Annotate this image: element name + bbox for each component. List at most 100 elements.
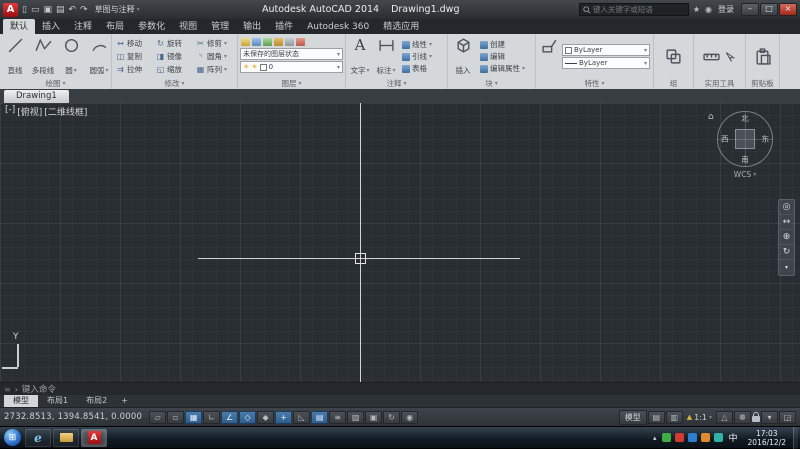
- open-icon[interactable]: ▭: [30, 3, 41, 17]
- quick-view-layouts-icon[interactable]: ▤: [648, 411, 665, 424]
- hidden-icons-button[interactable]: ▴: [651, 434, 659, 442]
- command-line[interactable]: ≡ › 键入命令: [0, 382, 800, 395]
- 3d-object-snap-toggle[interactable]: ◆: [257, 411, 274, 424]
- undo-icon[interactable]: ↶: [68, 3, 78, 17]
- polar-tracking-toggle[interactable]: ∠: [221, 411, 238, 424]
- tab-home[interactable]: 默认: [3, 19, 35, 34]
- dynamic-input-toggle[interactable]: ▤: [311, 411, 328, 424]
- minimize-button[interactable]: –: [741, 3, 759, 16]
- layer-dropdown[interactable]: ☀ ☀ 0 ▾: [240, 61, 343, 73]
- text-button[interactable]: A 文字▾: [348, 36, 372, 77]
- rotate-button[interactable]: ↻旋转: [154, 37, 194, 50]
- tab-layout[interactable]: 布局: [99, 19, 131, 34]
- scale-button[interactable]: ◱缩放: [154, 63, 194, 76]
- tab-parametric[interactable]: 参数化: [131, 19, 172, 34]
- object-snap-toggle[interactable]: ◇: [239, 411, 256, 424]
- toolbar-lock-icon[interactable]: [752, 416, 760, 422]
- tab-manage[interactable]: 管理: [204, 19, 236, 34]
- viewcube[interactable]: ⌂ 北 南 西 东 WCS ▾: [716, 111, 774, 179]
- layer-lock-button[interactable]: [274, 38, 283, 46]
- viewcube-north[interactable]: 北: [741, 113, 749, 124]
- annotation-scale-button[interactable]: ▲ 1:1 ▾: [684, 413, 715, 422]
- layer-state-dropdown[interactable]: 未保存的图层状态 ▾: [240, 48, 343, 60]
- edit-attributes-button[interactable]: 编辑属性▾: [478, 63, 525, 74]
- quick-properties-toggle[interactable]: ▣: [365, 411, 382, 424]
- mirror-button[interactable]: ◨镜像: [154, 50, 194, 63]
- line-button[interactable]: 直线: [2, 36, 28, 77]
- viewport-menu-button[interactable]: [-]: [5, 105, 15, 118]
- quick-select-icon[interactable]: [724, 51, 736, 63]
- annotation-visibility-icon[interactable]: △: [716, 411, 733, 424]
- save-icon[interactable]: ▣: [42, 3, 53, 17]
- ortho-toggle[interactable]: ∟: [203, 411, 220, 424]
- clean-screen-icon[interactable]: ◲: [779, 411, 796, 424]
- move-button[interactable]: ↔移动: [114, 37, 154, 50]
- home-icon[interactable]: ⌂: [708, 112, 714, 122]
- taskbar-clock[interactable]: 17:03 2016/12/2: [748, 429, 786, 447]
- leader-button[interactable]: 引线▾: [400, 51, 432, 62]
- panel-title-annotation[interactable]: 注释▾: [346, 77, 447, 89]
- tab-insert[interactable]: 插入: [35, 19, 67, 34]
- tab-output[interactable]: 输出: [236, 19, 268, 34]
- viewcube-west[interactable]: 西: [721, 134, 729, 145]
- view-controls-button[interactable]: [俯视]: [17, 105, 42, 118]
- insert-block-button[interactable]: 插入: [450, 36, 476, 77]
- circle-button[interactable]: 圆▾: [58, 36, 84, 77]
- lineweight-toggle[interactable]: ≡: [329, 411, 346, 424]
- tray-icon[interactable]: [714, 433, 723, 442]
- visual-style-button[interactable]: [二维线框]: [44, 105, 87, 118]
- layer-off-button[interactable]: [252, 38, 261, 46]
- chevron-down-icon[interactable]: ▾: [779, 260, 794, 275]
- close-button[interactable]: ×: [779, 3, 797, 16]
- copy-button[interactable]: ◫复制: [114, 50, 154, 63]
- panel-title-draw[interactable]: 绘图▾: [0, 77, 111, 89]
- start-button[interactable]: ⊞: [4, 429, 21, 446]
- taskbar-app-browser[interactable]: e: [25, 429, 51, 447]
- lineweight-dropdown[interactable]: ByLayer ▾: [562, 57, 650, 69]
- steering-wheel-icon[interactable]: ◎: [779, 200, 794, 215]
- new-layout-button[interactable]: +: [116, 395, 133, 407]
- panel-title-layers[interactable]: 图层▾: [238, 77, 345, 89]
- match-properties-button[interactable]: [538, 36, 560, 77]
- maximize-button[interactable]: □: [760, 3, 778, 16]
- tab-layout1[interactable]: 布局1: [38, 395, 77, 407]
- search-input[interactable]: [593, 5, 685, 14]
- taskbar-app-autocad[interactable]: A: [81, 429, 107, 447]
- panel-title-clipboard[interactable]: 剪贴板: [746, 77, 779, 89]
- file-tab-drawing1[interactable]: Drawing1: [4, 90, 69, 103]
- tray-icon[interactable]: [688, 433, 697, 442]
- status-menu-chevron-icon[interactable]: ▾: [761, 411, 778, 424]
- group-icon[interactable]: [665, 48, 682, 65]
- taskbar-app-explorer[interactable]: [53, 429, 79, 447]
- object-color-dropdown[interactable]: ByLayer ▾: [562, 44, 650, 56]
- tab-layout2[interactable]: 布局2: [77, 395, 116, 407]
- object-snap-tracking-toggle[interactable]: +: [275, 411, 292, 424]
- create-block-button[interactable]: 创建: [478, 39, 525, 50]
- dimension-button[interactable]: 标注▾: [374, 36, 398, 77]
- wcs-dropdown[interactable]: WCS ▾: [716, 170, 774, 179]
- signin-button[interactable]: 登录: [716, 4, 736, 15]
- model-space-button[interactable]: 模型: [619, 410, 647, 425]
- new-icon[interactable]: ▯: [21, 3, 28, 17]
- workspace-gear-icon[interactable]: ☸: [734, 411, 751, 424]
- quick-view-drawings-icon[interactable]: ▥: [666, 411, 683, 424]
- pan-icon[interactable]: ↔: [779, 215, 794, 230]
- arc-button[interactable]: 圆弧▾: [86, 36, 112, 77]
- measure-icon[interactable]: [703, 48, 720, 65]
- stretch-button[interactable]: ⇉拉伸: [114, 63, 154, 76]
- viewcube-top-face[interactable]: [735, 129, 755, 149]
- tray-icon[interactable]: [675, 433, 684, 442]
- workspace-dropdown[interactable]: 草图与注释 ▾: [92, 4, 143, 15]
- tab-annotate[interactable]: 注释: [67, 19, 99, 34]
- infer-constraints-toggle[interactable]: ▱: [149, 411, 166, 424]
- tab-model[interactable]: 模型: [4, 395, 38, 407]
- layer-match-button[interactable]: [296, 38, 305, 46]
- tray-icon[interactable]: [662, 433, 671, 442]
- tab-autodesk360[interactable]: Autodesk 360: [300, 19, 376, 34]
- tab-plugins[interactable]: 插件: [268, 19, 300, 34]
- transparency-toggle[interactable]: ▨: [347, 411, 364, 424]
- paste-icon[interactable]: [754, 48, 771, 65]
- infocenter-search[interactable]: [579, 3, 689, 16]
- array-button[interactable]: ▦阵列▾: [194, 63, 234, 76]
- panel-title-utilities[interactable]: 实用工具: [694, 77, 745, 89]
